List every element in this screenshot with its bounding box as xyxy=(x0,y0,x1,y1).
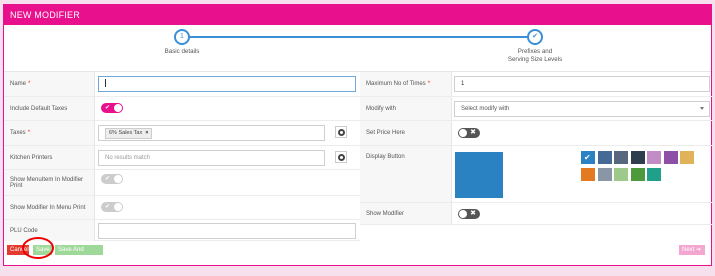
taxes-multiselect[interactable]: 6% Sales Tax × xyxy=(98,125,325,141)
color-swatch[interactable] xyxy=(614,151,628,164)
set-price-toggle[interactable]: ✖ xyxy=(458,128,480,138)
modify-with-row: Modify with Select modify with xyxy=(360,97,712,121)
color-swatch[interactable] xyxy=(597,151,612,164)
stepper-progress-line xyxy=(181,36,538,38)
show-menuitem-toggle[interactable]: ✔ xyxy=(101,174,123,184)
kitchen-printers-settings-button[interactable] xyxy=(335,151,347,163)
remove-tag-icon[interactable]: × xyxy=(145,130,148,136)
display-button-label: Display Button xyxy=(360,146,452,202)
set-price-row: Set Price Here ✖ xyxy=(360,121,712,146)
kitchen-printers-label: Kitchen Printers xyxy=(4,146,95,169)
color-swatch[interactable] xyxy=(597,168,612,181)
display-button-preview xyxy=(455,152,503,198)
kitchen-printers-row: Kitchen Printers No results match xyxy=(4,146,360,170)
max-times-label-text: Maximum No of Times xyxy=(366,81,426,87)
modify-with-label: Modify with xyxy=(360,97,452,120)
toggle-knob xyxy=(114,104,122,112)
chevron-down-icon xyxy=(700,107,704,110)
color-swatch[interactable] xyxy=(663,151,678,164)
taxes-settings-button[interactable] xyxy=(335,126,347,138)
show-menuitem-label-line2: Print xyxy=(10,182,23,189)
step-1-indicator[interactable]: 1 xyxy=(174,29,190,45)
required-marker: * xyxy=(27,130,31,136)
required-marker: * xyxy=(28,81,31,87)
name-label-text: Name xyxy=(10,81,27,87)
show-modifier-row: Show Modifier ✖ xyxy=(360,203,712,225)
close-icon: ✖ xyxy=(470,129,476,136)
plu-code-label: PLU Code xyxy=(4,220,95,241)
color-swatch[interactable] xyxy=(581,151,595,164)
plu-code-input[interactable] xyxy=(98,223,356,239)
max-times-label: Maximum No of Times * xyxy=(360,72,452,96)
toggle-knob xyxy=(459,210,467,218)
check-icon: ✔ xyxy=(105,176,111,182)
toggle-knob xyxy=(459,129,467,137)
toggle-knob xyxy=(114,203,122,211)
required-marker: * xyxy=(427,81,431,87)
save-and-publish-button[interactable]: Save And Publish xyxy=(55,245,103,263)
kitchen-printers-select[interactable]: No results match xyxy=(98,150,325,166)
taxes-label: Taxes * xyxy=(4,121,95,145)
step-2-label: Prefixes and Serving Size Levels xyxy=(500,48,570,64)
kitchen-printers-placeholder: No results match xyxy=(105,155,151,161)
tax-tag-label: 6% Sales Tax xyxy=(109,130,143,136)
include-default-taxes-toggle[interactable]: ✔ xyxy=(101,103,123,113)
show-modifier-menu-row: Show Modifier In Menu Print ✔ xyxy=(4,196,360,220)
show-modifier-toggle[interactable]: ✖ xyxy=(458,209,480,219)
name-label: Name * xyxy=(4,72,95,96)
show-modifier-menu-toggle[interactable]: ✔ xyxy=(101,202,123,212)
toggle-knob xyxy=(114,175,122,183)
max-times-input[interactable]: 1 xyxy=(454,76,710,92)
modify-with-select[interactable]: Select modify with xyxy=(454,101,710,117)
check-icon[interactable]: ✔ xyxy=(527,29,543,45)
step-2-label-line1: Prefixes and xyxy=(517,48,553,55)
show-modifier-label: Show Modifier xyxy=(360,203,452,224)
close-icon: ✖ xyxy=(470,210,476,217)
tax-tag[interactable]: 6% Sales Tax × xyxy=(105,128,153,139)
modal-title: NEW MODIFIER xyxy=(4,5,711,25)
annotation-highlight-circle xyxy=(22,237,54,259)
name-row: Name * xyxy=(4,72,360,97)
check-icon: ✔ xyxy=(105,105,111,111)
taxes-label-text: Taxes xyxy=(10,130,26,136)
color-swatch[interactable] xyxy=(630,168,645,181)
gear-icon xyxy=(338,129,345,136)
color-swatch[interactable] xyxy=(614,168,628,181)
taxes-row: Taxes * 6% Sales Tax × xyxy=(4,121,360,146)
include-default-taxes-row: Include Default Taxes ✔ xyxy=(4,97,360,121)
max-times-row: Maximum No of Times * 1 xyxy=(360,72,712,97)
color-swatch[interactable] xyxy=(630,151,645,164)
show-modifier-menu-label: Show Modifier In Menu Print xyxy=(4,196,95,219)
step-2-label-line2: Serving Size Levels xyxy=(507,56,563,63)
name-input[interactable] xyxy=(98,76,356,92)
gear-icon xyxy=(338,154,345,161)
modal-window: NEW MODIFIER 1 Basic details ✔ Prefixes … xyxy=(3,4,712,266)
color-swatch[interactable] xyxy=(581,168,595,181)
color-swatch[interactable] xyxy=(647,151,661,164)
color-swatch[interactable] xyxy=(647,168,661,181)
check-icon: ✔ xyxy=(105,204,111,210)
show-menuitem-row: Show MenuItem In Modifier Print ✔ xyxy=(4,170,360,196)
color-swatch[interactable] xyxy=(680,151,694,164)
set-price-label: Set Price Here xyxy=(360,121,452,145)
modify-with-placeholder: Select modify with xyxy=(461,106,510,112)
plu-code-row: PLU Code xyxy=(4,220,360,241)
text-caret xyxy=(105,78,106,87)
step-1-label: Basic details xyxy=(164,48,200,55)
next-button[interactable]: Next ➔ xyxy=(679,245,705,255)
show-menuitem-label: Show MenuItem In Modifier Print xyxy=(4,170,95,195)
include-default-taxes-label: Include Default Taxes xyxy=(4,97,95,120)
